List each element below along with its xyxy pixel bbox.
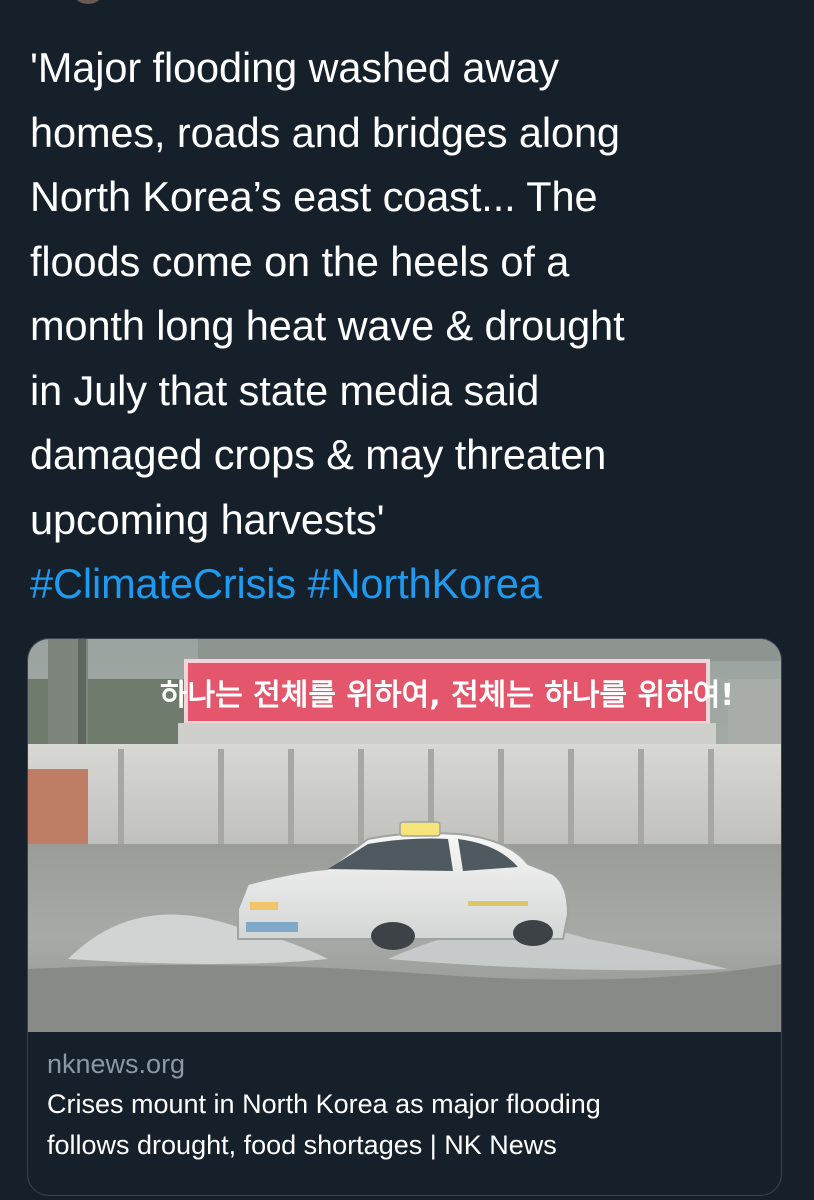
tweet-text: 'Major flooding washed away homes, roads…: [30, 36, 790, 617]
tweet-text-line: floods come on the heels of a: [30, 237, 570, 285]
tweet-text-line: 'Major flooding washed away: [30, 44, 559, 91]
tweet-text-line: upcoming harvests': [30, 495, 385, 543]
card-domain: nknews.org: [47, 1049, 186, 1079]
card-image-flooded-street-taxi[interactable]: 하나는 전체를 위하여, 전체는 하나를 위하여!: [28, 639, 781, 1032]
card-meta[interactable]: nknews.org Crises mount in North Korea a…: [47, 1044, 767, 1166]
tweet-text-line: homes, roads and bridges along: [30, 108, 620, 156]
hashtag-line: #ClimateCrisis #NorthKorea: [30, 552, 790, 617]
tweet-text-line: month long heat wave & drought: [30, 302, 625, 349]
card-image-banner-text: 하나는 전체를 위하여, 전체는 하나를 위하여!: [160, 678, 734, 713]
card-title: Crises mount in North Korea as major flo…: [47, 1084, 767, 1166]
tweet-text-line: North Korea’s east coast... The: [30, 173, 598, 220]
link-card[interactable]: 하나는 전체를 위하여, 전체는 하나를 위하여! nknews.org Cri…: [27, 638, 782, 1196]
hashtag-north-korea[interactable]: #NorthKorea: [308, 560, 542, 607]
card-title-line: Crises mount in North Korea as major flo…: [47, 1089, 601, 1119]
tweet-text-line: damaged crops & may threaten: [30, 431, 607, 478]
card-title-line: follows drought, food shortages | NK New…: [47, 1130, 557, 1160]
avatar[interactable]: [70, 0, 106, 4]
hashtag-climate-crisis[interactable]: #ClimateCrisis: [30, 560, 296, 607]
tweet-text-line: in July that state media said: [30, 366, 540, 414]
